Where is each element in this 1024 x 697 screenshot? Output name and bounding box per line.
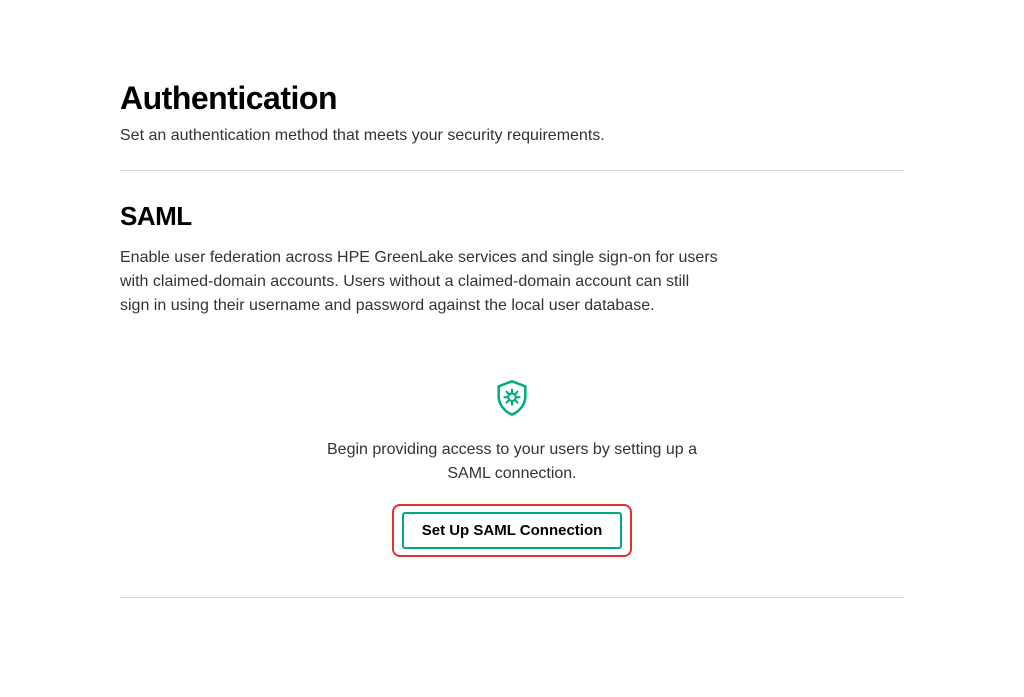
saml-section-description: Enable user federation across HPE GreenL… <box>120 246 720 318</box>
section-divider <box>120 170 904 171</box>
saml-cta-block: Begin providing access to your users by … <box>120 378 904 557</box>
shield-gear-icon <box>492 378 532 418</box>
authentication-page: Authentication Set an authentication met… <box>0 0 1024 598</box>
button-highlight-annotation: Set Up SAML Connection <box>392 504 633 557</box>
saml-section-title: SAML <box>120 201 904 232</box>
setup-saml-connection-button[interactable]: Set Up SAML Connection <box>402 512 623 549</box>
page-title: Authentication <box>120 80 904 117</box>
saml-cta-text: Begin providing access to your users by … <box>312 438 712 486</box>
section-divider <box>120 597 904 598</box>
page-subtitle: Set an authentication method that meets … <box>120 127 904 145</box>
